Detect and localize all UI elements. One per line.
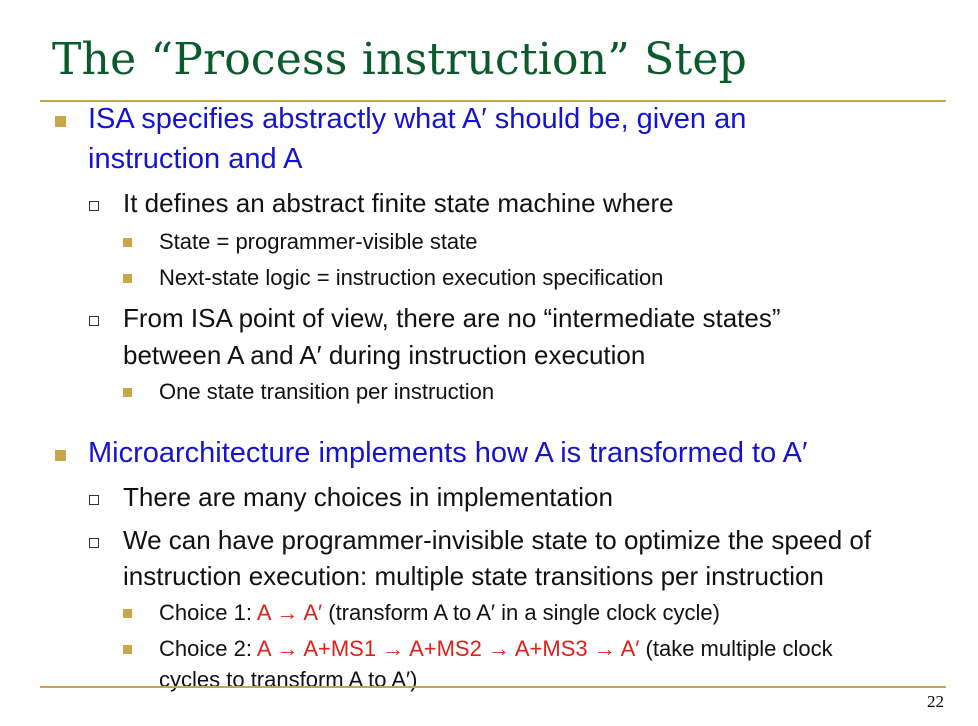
page-number: 22 (927, 692, 944, 711)
level3-bullet-icon (123, 645, 132, 654)
section1-point1: It defines an abstract finite state mach… (123, 188, 674, 218)
choice2-description: (take multiple clock (639, 636, 833, 661)
section2-point1: There are many choices in implementation (123, 482, 613, 512)
section2-heading: Microarchitecture implements how A is tr… (88, 437, 808, 469)
level2-bullet-icon (89, 316, 99, 326)
section2-point2-line2: instruction execution: multiple state tr… (123, 561, 824, 591)
choice2-label: Choice 2: (159, 636, 257, 661)
choice2: Choice 2: A → A+MS1 → A+MS2 → A+MS3 → A′… (159, 636, 833, 662)
section1-line1: ISA specifies abstractly what A′ should … (88, 103, 747, 135)
level2-bullet-icon (89, 201, 99, 211)
section1-point2-line1: From ISA point of view, there are no “in… (123, 303, 781, 333)
section1-point1-sub2: Next-state logic = instruction execution… (159, 265, 664, 290)
level2-bullet-icon (89, 495, 99, 505)
level2-bullet-icon (89, 538, 99, 548)
choice2-transition: A → A+MS1 → A+MS2 → A+MS3 → A′ (256, 636, 640, 661)
choice2-continuation: cycles to transform A to A′) (159, 667, 418, 692)
section1-line2: instruction and A (88, 143, 303, 175)
level3-bullet-icon (123, 238, 132, 247)
title-divider (40, 100, 946, 102)
level1-bullet-icon (55, 116, 66, 127)
section1-point2-sub1: One state transition per instruction (159, 379, 495, 404)
level3-bullet-icon (123, 388, 132, 397)
level1-bullet-icon (55, 450, 66, 461)
choice1-transition: A → A′ (256, 600, 323, 625)
section1-point1-sub1: State = programmer-visible state (159, 229, 478, 254)
slide-title: The “Process instruction” Step (52, 34, 747, 85)
choice1-label: Choice 1: (159, 600, 257, 625)
choice1: Choice 1: A → A′ (transform A to A′ in a… (159, 600, 720, 626)
footer-divider (40, 686, 946, 688)
section2-point2-line1: We can have programmer-invisible state t… (123, 525, 872, 555)
level3-bullet-icon (123, 609, 132, 618)
section1-point2-line2: between A and A′ during instruction exec… (123, 340, 646, 370)
slide: The “Process instruction” Step ISA speci… (0, 0, 978, 726)
level3-bullet-icon (123, 274, 132, 283)
choice1-description: (transform A to A′ in a single clock cyc… (322, 600, 720, 625)
